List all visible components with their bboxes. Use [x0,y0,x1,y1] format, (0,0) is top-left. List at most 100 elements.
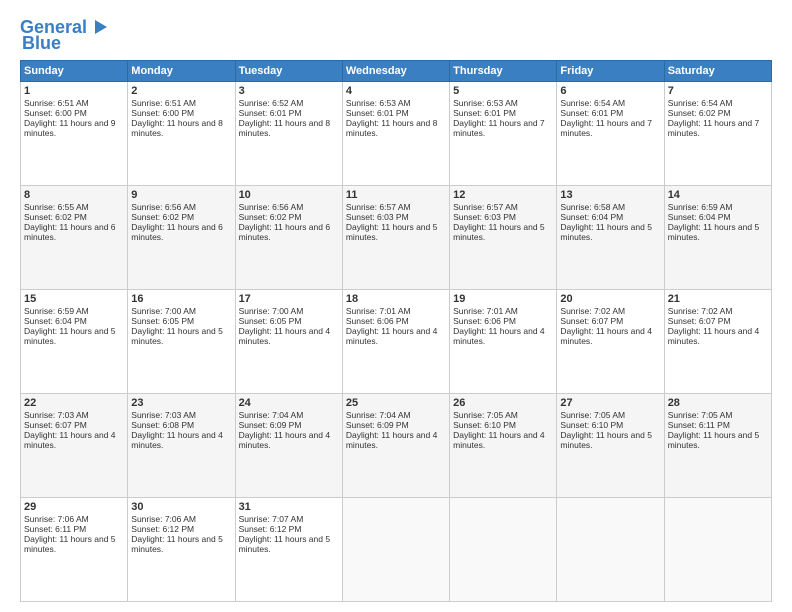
sunrise-text: Sunrise: 7:02 AM [560,306,625,316]
day-number: 6 [560,85,660,97]
day-number: 15 [24,293,124,305]
daylight-text: Daylight: 11 hours and 4 minutes. [239,430,331,450]
daylight-text: Daylight: 11 hours and 7 minutes. [668,118,760,138]
sunset-text: Sunset: 6:10 PM [560,420,623,430]
day-number: 25 [346,397,446,409]
sunrise-text: Sunrise: 6:54 AM [560,98,625,108]
daylight-text: Daylight: 11 hours and 4 minutes. [668,326,760,346]
daylight-text: Daylight: 11 hours and 4 minutes. [453,430,545,450]
calendar-cell [664,498,771,602]
daylight-text: Daylight: 11 hours and 4 minutes. [346,430,438,450]
day-number: 1 [24,85,124,97]
sunrise-text: Sunrise: 7:04 AM [346,410,411,420]
daylight-text: Daylight: 11 hours and 5 minutes. [346,222,438,242]
calendar-cell: 16Sunrise: 7:00 AMSunset: 6:05 PMDayligh… [128,290,235,394]
day-number: 7 [668,85,768,97]
weekday-header-cell: Friday [557,61,664,82]
calendar-cell: 13Sunrise: 6:58 AMSunset: 6:04 PMDayligh… [557,186,664,290]
page: General Blue SundayMondayTuesdayWednesda… [0,0,792,612]
calendar-cell: 27Sunrise: 7:05 AMSunset: 6:10 PMDayligh… [557,394,664,498]
calendar-cell: 14Sunrise: 6:59 AMSunset: 6:04 PMDayligh… [664,186,771,290]
sunset-text: Sunset: 6:00 PM [131,108,194,118]
sunset-text: Sunset: 6:04 PM [668,212,731,222]
calendar: SundayMondayTuesdayWednesdayThursdayFrid… [20,60,772,602]
daylight-text: Daylight: 11 hours and 5 minutes. [668,222,760,242]
daylight-text: Daylight: 11 hours and 5 minutes. [131,326,223,346]
daylight-text: Daylight: 11 hours and 8 minutes. [239,118,331,138]
calendar-week-row: 22Sunrise: 7:03 AMSunset: 6:07 PMDayligh… [21,394,772,498]
sunset-text: Sunset: 6:07 PM [560,316,623,326]
sunset-text: Sunset: 6:05 PM [131,316,194,326]
daylight-text: Daylight: 11 hours and 4 minutes. [131,430,223,450]
day-number: 2 [131,85,231,97]
sunset-text: Sunset: 6:11 PM [668,420,730,430]
day-number: 27 [560,397,660,409]
calendar-cell [557,498,664,602]
sunset-text: Sunset: 6:01 PM [453,108,516,118]
sunrise-text: Sunrise: 6:59 AM [668,202,733,212]
sunrise-text: Sunrise: 6:53 AM [453,98,518,108]
day-number: 30 [131,501,231,513]
daylight-text: Daylight: 11 hours and 8 minutes. [346,118,438,138]
daylight-text: Daylight: 11 hours and 4 minutes. [560,326,652,346]
sunset-text: Sunset: 6:10 PM [453,420,516,430]
calendar-cell: 29Sunrise: 7:06 AMSunset: 6:11 PMDayligh… [21,498,128,602]
calendar-cell: 20Sunrise: 7:02 AMSunset: 6:07 PMDayligh… [557,290,664,394]
day-number: 31 [239,501,339,513]
daylight-text: Daylight: 11 hours and 7 minutes. [560,118,652,138]
sunset-text: Sunset: 6:01 PM [346,108,409,118]
sunset-text: Sunset: 6:01 PM [560,108,623,118]
weekday-header-row: SundayMondayTuesdayWednesdayThursdayFrid… [21,61,772,82]
sunrise-text: Sunrise: 7:06 AM [131,514,196,524]
daylight-text: Daylight: 11 hours and 8 minutes. [131,118,223,138]
day-number: 24 [239,397,339,409]
calendar-cell: 22Sunrise: 7:03 AMSunset: 6:07 PMDayligh… [21,394,128,498]
sunrise-text: Sunrise: 7:05 AM [453,410,518,420]
day-number: 5 [453,85,553,97]
sunrise-text: Sunrise: 6:54 AM [668,98,733,108]
calendar-cell: 23Sunrise: 7:03 AMSunset: 6:08 PMDayligh… [128,394,235,498]
daylight-text: Daylight: 11 hours and 5 minutes. [24,534,116,554]
logo-icon [87,16,109,38]
sunrise-text: Sunrise: 6:56 AM [131,202,196,212]
daylight-text: Daylight: 11 hours and 5 minutes. [560,222,652,242]
calendar-week-row: 1Sunrise: 6:51 AMSunset: 6:00 PMDaylight… [21,82,772,186]
calendar-cell: 1Sunrise: 6:51 AMSunset: 6:00 PMDaylight… [21,82,128,186]
calendar-cell: 18Sunrise: 7:01 AMSunset: 6:06 PMDayligh… [342,290,449,394]
day-number: 13 [560,189,660,201]
sunrise-text: Sunrise: 6:57 AM [453,202,518,212]
calendar-cell: 17Sunrise: 7:00 AMSunset: 6:05 PMDayligh… [235,290,342,394]
sunrise-text: Sunrise: 7:05 AM [560,410,625,420]
daylight-text: Daylight: 11 hours and 5 minutes. [668,430,760,450]
weekday-header-cell: Monday [128,61,235,82]
sunset-text: Sunset: 6:00 PM [24,108,87,118]
sunset-text: Sunset: 6:05 PM [239,316,302,326]
calendar-cell [342,498,449,602]
day-number: 9 [131,189,231,201]
daylight-text: Daylight: 11 hours and 5 minutes. [239,534,331,554]
sunset-text: Sunset: 6:03 PM [346,212,409,222]
sunrise-text: Sunrise: 7:06 AM [24,514,89,524]
sunrise-text: Sunrise: 6:53 AM [346,98,411,108]
daylight-text: Daylight: 11 hours and 6 minutes. [239,222,331,242]
sunrise-text: Sunrise: 6:58 AM [560,202,625,212]
calendar-cell: 19Sunrise: 7:01 AMSunset: 6:06 PMDayligh… [450,290,557,394]
sunrise-text: Sunrise: 7:03 AM [24,410,89,420]
sunrise-text: Sunrise: 6:57 AM [346,202,411,212]
sunrise-text: Sunrise: 7:00 AM [131,306,196,316]
sunrise-text: Sunrise: 7:00 AM [239,306,304,316]
daylight-text: Daylight: 11 hours and 4 minutes. [453,326,545,346]
sunrise-text: Sunrise: 6:51 AM [24,98,89,108]
sunrise-text: Sunrise: 7:04 AM [239,410,304,420]
day-number: 18 [346,293,446,305]
sunset-text: Sunset: 6:09 PM [239,420,302,430]
day-number: 14 [668,189,768,201]
sunset-text: Sunset: 6:07 PM [24,420,87,430]
sunrise-text: Sunrise: 7:07 AM [239,514,304,524]
day-number: 11 [346,189,446,201]
sunset-text: Sunset: 6:02 PM [239,212,302,222]
day-number: 16 [131,293,231,305]
daylight-text: Daylight: 11 hours and 5 minutes. [131,534,223,554]
weekday-header-cell: Thursday [450,61,557,82]
sunset-text: Sunset: 6:04 PM [24,316,87,326]
